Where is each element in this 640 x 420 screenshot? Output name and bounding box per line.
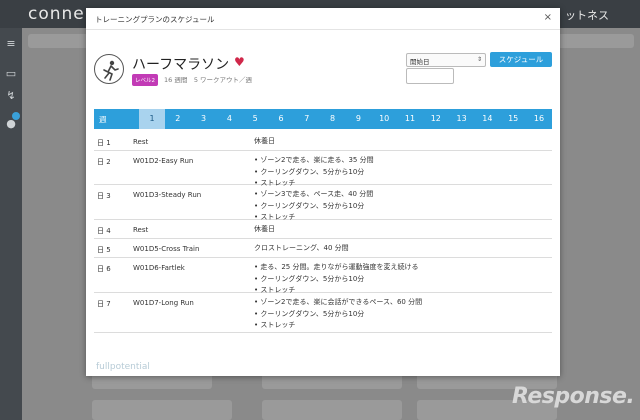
chevron-updown-icon: ⇕ xyxy=(476,56,482,63)
workout-name[interactable]: W01D3-Steady Run xyxy=(133,191,201,199)
description-line: • クーリングダウン、5分から10分 xyxy=(254,167,365,176)
week-tab-15[interactable]: 15 xyxy=(500,109,526,129)
day-label: 日 7 xyxy=(97,300,111,308)
fullpotential-logo: fullpotential xyxy=(96,362,150,372)
week-tabs: 週 1 2 3 4 5 6 7 8 9 10 11 12 13 14 15 16 xyxy=(94,109,552,129)
modal-title: トレーニングプランのスケジュール xyxy=(95,15,215,24)
workout-name[interactable]: W01D5-Cross Train xyxy=(133,245,199,253)
workout-description: 休養日 xyxy=(254,136,275,148)
schedule-button[interactable]: スケジュール xyxy=(490,52,552,67)
description-line: • クーリングダウン、5分から10分 xyxy=(254,309,365,318)
description-line: クロストレーニング、40 分間 xyxy=(254,244,349,252)
week-tab-11[interactable]: 11 xyxy=(397,109,423,129)
week-tab-14[interactable]: 14 xyxy=(474,109,500,129)
app-sidebar: ≡ ▭ ↯ ● xyxy=(0,28,22,420)
description-line: 休養日 xyxy=(254,225,275,233)
description-line: • クーリングダウン、5分から10分 xyxy=(254,274,365,283)
day-row: 日 5 W01D5-Cross Train クロストレーニング、40 分間 xyxy=(94,239,552,258)
logo-part-1: full xyxy=(96,362,110,372)
day-label: 日 6 xyxy=(97,265,111,273)
schedule-modal: トレーニングプランのスケジュール × ハーフマラソン ♥ レベル2 16 週間 … xyxy=(86,8,560,376)
description-line: • ゾーン2で走る、楽に会話ができるペース、60 分間 xyxy=(254,298,423,306)
day-label: 日 1 xyxy=(97,139,111,147)
level-badge: レベル2 xyxy=(132,74,158,86)
header-nav-text[interactable]: ットネス xyxy=(565,7,609,23)
day-label: 日 4 xyxy=(97,227,111,235)
week-tab-12[interactable]: 12 xyxy=(423,109,449,129)
bg-card xyxy=(92,400,232,420)
modal-header: トレーニングプランのスケジュール × xyxy=(86,8,560,30)
description-line: • ゾーン2で走る、楽に走る、35 分間 xyxy=(254,156,374,164)
week-tab-4[interactable]: 4 xyxy=(216,109,242,129)
heart-icon[interactable]: ♥ xyxy=(234,55,245,69)
week-tab-1[interactable]: 1 xyxy=(139,109,165,129)
day-row: 日 3 W01D3-Steady Run • ゾーン3で走る、ペース走、40 分間 •… xyxy=(94,185,552,221)
workout-name[interactable]: W01D7-Long Run xyxy=(133,299,194,307)
description-line: • ストレッチ xyxy=(254,321,296,329)
workout-description: 休養日 xyxy=(254,224,275,236)
logo-part-2: potential xyxy=(109,362,150,372)
week-tab-3[interactable]: 3 xyxy=(191,109,217,129)
week-tab-9[interactable]: 9 xyxy=(345,109,371,129)
workout-name[interactable]: Rest xyxy=(133,138,148,146)
workout-name[interactable]: W01D2-Easy Run xyxy=(133,157,193,165)
app-logo: conne xyxy=(28,4,85,24)
week-tab-5[interactable]: 5 xyxy=(242,109,268,129)
description-line: • ゾーン3で走る、ペース走、40 分間 xyxy=(254,190,374,198)
user-icon[interactable]: ● xyxy=(5,118,17,130)
start-date-select[interactable]: 開始日 ⇕ xyxy=(406,53,486,67)
workout-name[interactable]: Rest xyxy=(133,226,148,234)
day-row: 日 2 W01D2-Easy Run • ゾーン2で走る、楽に走る、35 分間 • ク… xyxy=(94,151,552,187)
week-tab-13[interactable]: 13 xyxy=(449,109,475,129)
runner-icon xyxy=(94,54,124,84)
day-row: 日 4 Rest 休養日 xyxy=(94,220,552,239)
day-list: 日 1 Rest 休養日日 2 W01D2-Easy Run • ゾーン2で走る、楽に走… xyxy=(94,132,552,333)
watermark-logo: Response. xyxy=(512,384,635,409)
description-line: 休養日 xyxy=(254,137,275,145)
week-tab-16[interactable]: 16 xyxy=(526,109,552,129)
activity-icon[interactable]: ↯ xyxy=(5,90,17,102)
week-tab-7[interactable]: 7 xyxy=(294,109,320,129)
day-row: 日 6 W01D6-Fartlek • 走る、25 分間。走りながら運動強度を変え続… xyxy=(94,258,552,294)
day-label: 日 3 xyxy=(97,192,111,200)
day-label: 日 2 xyxy=(97,158,111,166)
week-tab-8[interactable]: 8 xyxy=(320,109,346,129)
description-line: • 走る、25 分間。走りながら運動強度を変え続ける xyxy=(254,263,419,271)
start-date-select-value: 開始日 xyxy=(410,58,430,66)
workout-description: クロストレーニング、40 分間 xyxy=(254,243,349,255)
description-line: • クーリングダウン、5分から10分 xyxy=(254,201,365,210)
day-label: 日 5 xyxy=(97,246,111,254)
workout-description: • ゾーン3で走る、ペース走、40 分間 • クーリングダウン、5分から10分 • … xyxy=(254,189,373,224)
day-row: 日 1 Rest 休養日 xyxy=(94,132,552,151)
week-tab-6[interactable]: 6 xyxy=(268,109,294,129)
menu-icon[interactable]: ≡ xyxy=(5,38,17,50)
close-icon[interactable]: × xyxy=(544,12,552,23)
workout-name[interactable]: W01D6-Fartlek xyxy=(133,264,185,272)
workout-description: • 走る、25 分間。走りながら運動強度を変え続ける • クーリングダウン、5分か… xyxy=(254,262,419,297)
plan-title: ハーフマラソン xyxy=(132,57,230,73)
inbox-icon[interactable]: ▭ xyxy=(5,68,17,80)
date-input[interactable] xyxy=(406,68,454,84)
week-tab-10[interactable]: 10 xyxy=(371,109,397,129)
plan-meta: 16 週間 5 ワークアウト／週 xyxy=(164,76,253,84)
week-tab-2[interactable]: 2 xyxy=(165,109,191,129)
bg-card xyxy=(262,400,402,420)
workout-description: • ゾーン2で走る、楽に会話ができるペース、60 分間 • クーリングダウン、5分… xyxy=(254,297,422,332)
day-row: 日 7 W01D7-Long Run • ゾーン2で走る、楽に会話ができるペース、6… xyxy=(94,293,552,333)
week-label: 週 xyxy=(99,115,107,124)
